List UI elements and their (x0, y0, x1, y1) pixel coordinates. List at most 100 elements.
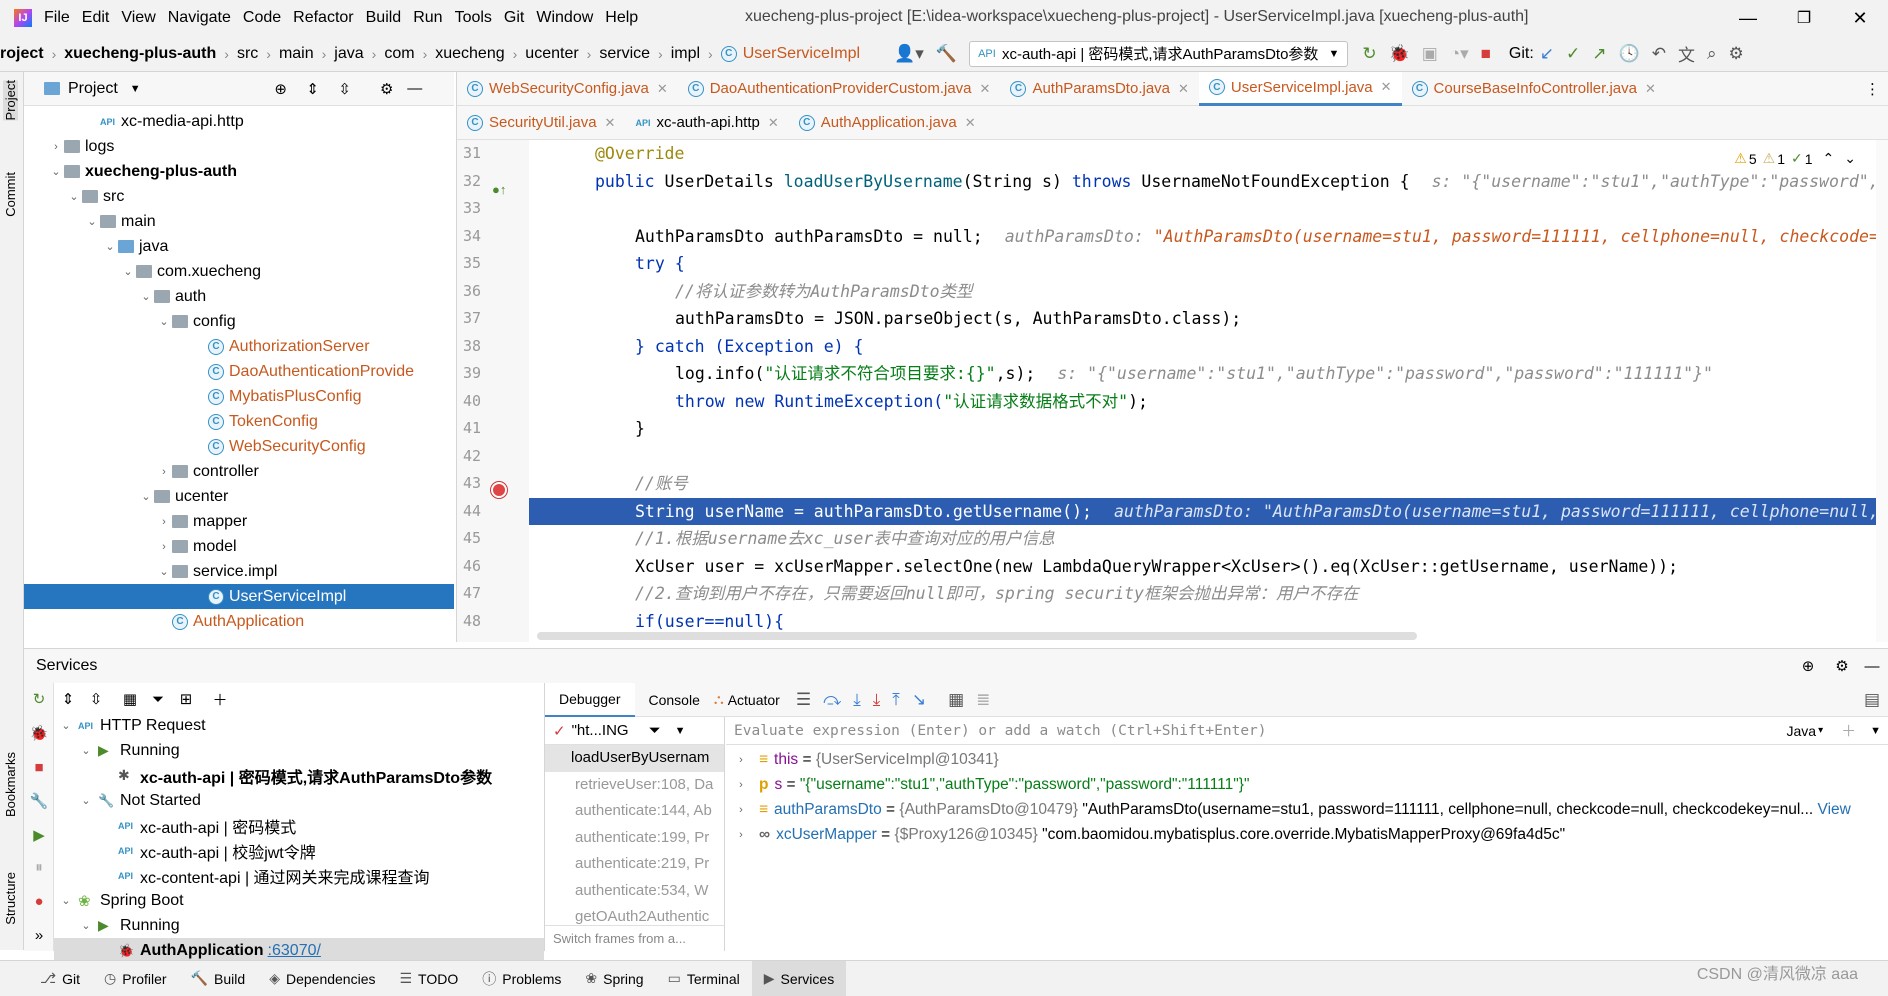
menu-run[interactable]: Run (413, 9, 442, 27)
services-tree-item[interactable]: ⌄ ❀ Spring Boot (54, 888, 544, 913)
force-step-into-icon[interactable]: ⤓ (873, 690, 881, 710)
tool-window-problems[interactable]: ⓘ Problems (470, 961, 573, 996)
editor-tab[interactable]: C UserServiceImpl.java ✕ (1198, 71, 1402, 106)
chevron-down-icon[interactable]: ⌄ (156, 315, 172, 328)
chevron-down-icon[interactable]: ⌄ (156, 565, 172, 578)
breadcrumb-item[interactable]: service (599, 45, 650, 63)
search-icon[interactable]: ⌕ (1707, 44, 1717, 64)
menu-file[interactable]: File (44, 9, 70, 27)
breadcrumb-item[interactable]: java (334, 45, 363, 63)
stack-frame[interactable]: loadUserByUsernam (545, 745, 724, 772)
coverage-icon[interactable]: ▣ (1422, 44, 1438, 64)
evaluate-expression-input[interactable]: Evaluate expression (Enter) or add a wat… (734, 723, 1267, 739)
stack-frame[interactable]: authenticate:534, W (545, 878, 724, 905)
project-tree-item[interactable]: C AuthApplication (24, 609, 454, 634)
pause-icon[interactable]: ⏸ (29, 857, 49, 877)
tool-window-terminal[interactable]: ▭ Terminal (656, 961, 752, 996)
chevron-right-icon[interactable]: › (733, 754, 749, 766)
breadcrumb-item[interactable]: ucenter (525, 45, 578, 63)
project-tree-item[interactable]: ⌄ ucenter (24, 484, 454, 509)
rollback-icon[interactable]: ↶ (1652, 44, 1666, 64)
tool-window-build[interactable]: 🔨 Build (179, 961, 258, 996)
variable-row[interactable]: › ∞ xcUserMapper = {$Proxy126@10345} "com.… (725, 822, 1888, 847)
variable-row[interactable]: › ≡ authParamsDto = {AuthParamsDto@10479} … (725, 797, 1888, 822)
rerun-icon[interactable]: ↻ (1362, 44, 1376, 64)
chevron-down-icon[interactable]: ⌄ (102, 240, 118, 253)
minimize-icon[interactable]: — (1720, 8, 1776, 28)
tool-window-dependencies[interactable]: ◈ Dependencies (257, 961, 387, 996)
close-tab-icon[interactable]: ✕ (1381, 79, 1392, 95)
tab-debugger[interactable]: Debugger (545, 682, 635, 717)
wrench-icon[interactable]: 🔧 (29, 791, 49, 811)
tool-window-todo[interactable]: ☰ TODO (387, 961, 470, 996)
chevron-down-icon[interactable]: ⌄ (78, 919, 94, 932)
chevron-down-icon[interactable]: ⌄ (120, 265, 136, 278)
project-tree-item[interactable]: C MybatisPlusConfig (24, 384, 454, 409)
services-tree-item[interactable]: ⌄ ▶ Running (54, 913, 544, 938)
menu-refactor[interactable]: Refactor (293, 9, 353, 27)
close-tab-icon[interactable]: ✕ (1645, 81, 1656, 97)
editor-scrollbar[interactable] (1876, 140, 1888, 642)
breadcrumb-item[interactable]: impl (671, 45, 700, 63)
chevron-down-icon[interactable]: ⌄ (138, 290, 154, 303)
editor-tab[interactable]: C WebSecurityConfig.java ✕ (457, 72, 678, 106)
locate-icon[interactable]: ⊕ (271, 79, 291, 99)
restore-layout-icon[interactable]: ▤ (1864, 690, 1880, 710)
close-tab-icon[interactable]: ✕ (980, 81, 991, 97)
services-tree-item[interactable]: ⌄ 🔧 Not Started (54, 788, 544, 813)
rerun-icon[interactable]: ↻ (29, 689, 49, 709)
project-tree-item[interactable]: C TokenConfig (24, 409, 454, 434)
chevron-down-icon[interactable]: ▼ (130, 83, 141, 95)
inspection-widget[interactable]: ⚠ 5 ⚠ 1 ✓ 1 ⌃ ⌄ (1730, 148, 1860, 169)
services-tree-item[interactable]: ⌄ ▶ Running (54, 738, 544, 763)
filter-icon[interactable]: ⏷ (649, 722, 661, 739)
tab-console[interactable]: Console (635, 683, 714, 717)
project-panel-title[interactable]: Project (68, 80, 118, 98)
close-tab-icon[interactable]: ✕ (768, 115, 779, 131)
step-over-icon[interactable]: ⤼ (823, 690, 841, 710)
stack-frame[interactable]: retrieveUser:108, Da (545, 772, 724, 799)
profile-icon[interactable]: ◔▾ (1450, 44, 1469, 64)
chevron-down-icon[interactable]: ⌄ (1844, 150, 1856, 167)
close-tab-icon[interactable]: ✕ (657, 81, 668, 97)
git-push-icon[interactable]: ↗ (1592, 44, 1606, 64)
services-tree-item[interactable]: ✱ xc-auth-api | 密码模式,请求AuthParamsDto参数 (54, 763, 544, 788)
editor-tab[interactable]: C AuthApplication.java ✕ (789, 106, 986, 140)
chevron-right-icon[interactable]: › (733, 779, 749, 791)
thread-selector[interactable]: ✓ "ht...ING ⏷ ▼ (545, 717, 725, 745)
chevron-down-icon[interactable]: ▼ (1870, 725, 1881, 737)
chevron-right-icon[interactable]: › (48, 141, 64, 153)
layout-icon[interactable]: ☰ (796, 690, 811, 710)
debug-icon[interactable]: 🐞 (1389, 44, 1410, 64)
close-tab-icon[interactable]: ✕ (1178, 81, 1189, 97)
chevron-down-icon[interactable]: ⌄ (84, 215, 100, 228)
breakpoint-icon[interactable] (491, 482, 507, 498)
step-out-icon[interactable]: ⤒ (892, 690, 900, 710)
editor-tab[interactable]: C AuthParamsDto.java ✕ (1000, 72, 1198, 106)
project-tree-item[interactable]: ⌄ com.xuecheng (24, 259, 454, 284)
stop-icon[interactable]: ■ (29, 757, 49, 777)
project-tree-item[interactable]: ⌄ xuecheng-plus-auth (24, 159, 454, 184)
chevron-down-icon[interactable]: ⌄ (58, 894, 74, 907)
tool-window-profiler[interactable]: ◷ Profiler (92, 961, 179, 996)
override-method-icon[interactable]: ●↑ (492, 182, 506, 197)
expand-all-icon[interactable]: ⇕ (303, 79, 323, 99)
gear-icon[interactable]: ⚙ (1832, 656, 1852, 676)
collapse-all-icon[interactable]: ⇳ (335, 79, 355, 99)
view-link[interactable]: View (1813, 801, 1851, 819)
more-tabs-icon[interactable]: ⋮ (1865, 80, 1880, 98)
git-commit-icon[interactable]: ✓ (1566, 44, 1580, 64)
chevron-down-icon[interactable]: ▼ (675, 725, 686, 737)
menu-build[interactable]: Build (366, 9, 402, 27)
services-tree-item[interactable]: API xc-auth-api | 密码模式 (54, 813, 544, 838)
chevron-down-icon[interactable]: ⌄ (78, 744, 94, 757)
maximize-icon[interactable]: ❐ (1776, 8, 1832, 28)
menu-git[interactable]: Git (504, 9, 524, 27)
variable-row[interactable]: › p s = "{"username":"stu1","authType":"pa… (725, 772, 1888, 797)
tool-window-services[interactable]: ▶ Services (751, 960, 847, 996)
services-tree-item[interactable]: API xc-auth-api | 校验jwt令牌 (54, 838, 544, 863)
view-breakpoints-icon[interactable]: ● (29, 891, 49, 911)
editor-tab[interactable]: C SecurityUtil.java ✕ (457, 106, 625, 140)
stack-frame[interactable]: authenticate:219, Pr (545, 851, 724, 878)
chevron-down-icon[interactable]: ⌄ (48, 165, 64, 178)
